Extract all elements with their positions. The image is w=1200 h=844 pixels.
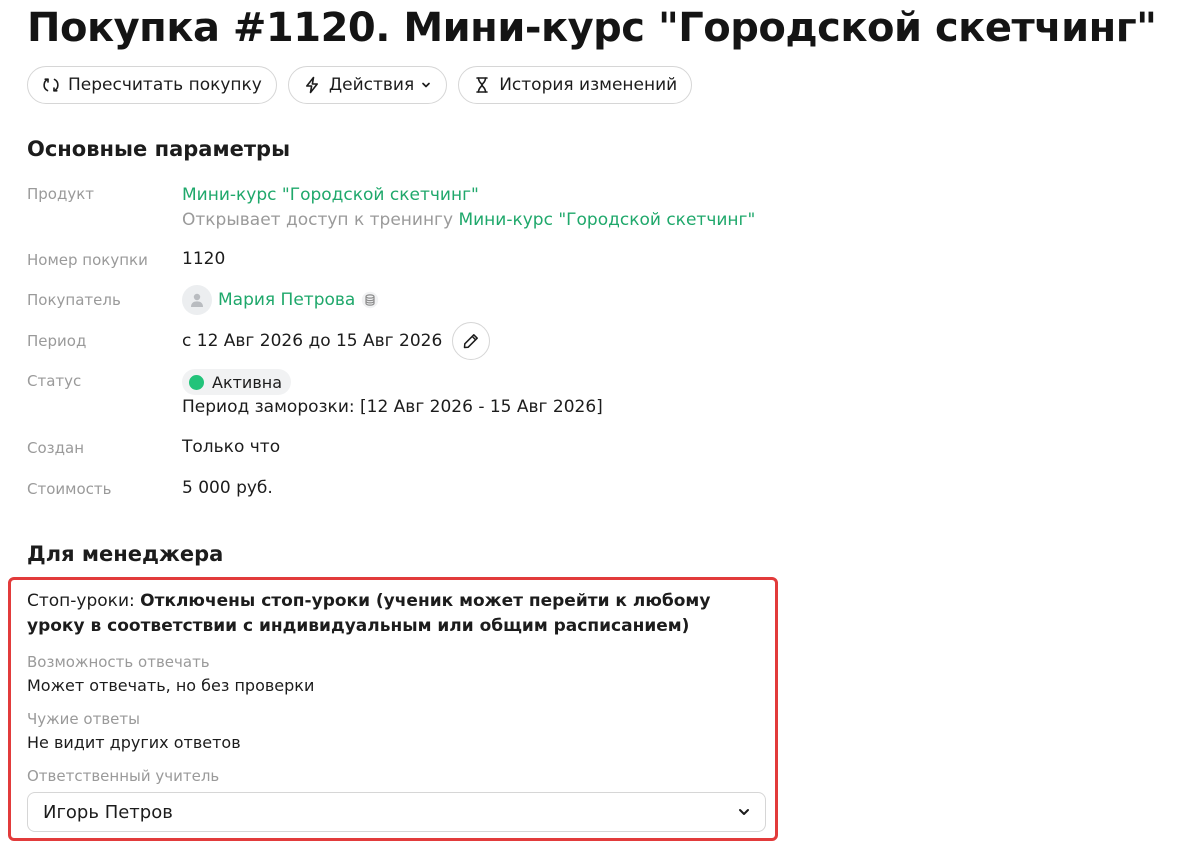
created-row: Создан Только что [27,437,927,461]
buyer-link[interactable]: Мария Петрова [218,290,355,310]
period-label: Период [27,332,87,350]
chevron-down-icon [420,79,432,91]
purchase-number-label: Номер покупки [27,251,148,269]
answer-ability-label: Возможность отвечать [27,653,210,671]
buyer-row: Покупатель Мария Петрова [27,283,927,317]
others-answers-value: Не видит других ответов [27,733,241,752]
buyer-value: Мария Петрова [182,285,379,315]
chevron-down-icon [737,805,751,819]
recalc-purchase-button[interactable]: Пересчитать покупку [27,66,277,104]
lightning-icon [302,75,322,95]
toolbar: Пересчитать покупку Действия История изм… [27,66,693,104]
stop-lessons-label: Стоп-уроки: [27,591,135,611]
purchase-number-row: Номер покупки 1120 [27,249,927,273]
recalc-purchase-label: Пересчитать покупку [68,75,262,95]
cost-label: Стоимость [27,480,112,498]
teacher-label: Ответственный учитель [27,767,220,785]
cost-row: Стоимость 5 000 руб. [27,478,927,502]
actions-label: Действия [328,75,415,95]
freeze-period-text: Период заморозки: [12 Авг 2026 - 15 Авг … [182,397,603,417]
period-row: Период с 12 Авг 2026 до 15 Авг 2026 [27,321,927,361]
pencil-icon [464,334,479,349]
status-dot [189,374,204,390]
avatar [182,285,212,315]
period-value-wrap: с 12 Авг 2026 до 15 Авг 2026 [182,322,491,360]
status-badge: Активна [182,369,292,395]
status-row: Статус Активна Период заморозки: [12 Авг… [27,369,927,421]
product-label: Продукт [27,185,95,203]
others-answers-label: Чужие ответы [27,710,140,728]
stop-lessons-line2: уроку в соответствии с индивидуальным ил… [27,616,690,636]
teacher-select-value: Игорь Петров [43,801,173,823]
purchase-number-value: 1120 [182,249,226,269]
refresh-icon [41,75,61,95]
user-icon [191,293,203,307]
teacher-select[interactable]: Игорь Петров [27,792,766,832]
cost-value: 5 000 руб. [182,478,273,498]
history-button[interactable]: История изменений [458,66,693,104]
buyer-label: Покупатель [27,291,121,309]
created-label: Создан [27,439,84,457]
actions-dropdown-button[interactable]: Действия [287,66,448,104]
stop-lessons-line1: Отключены стоп-уроки (ученик может перей… [140,591,711,611]
history-label: История изменений [499,75,678,95]
database-icon[interactable] [361,291,379,309]
hourglass-icon [472,75,492,95]
training-link[interactable]: Мини-курс "Городской скетчинг" [458,210,755,230]
purchase-page: Покупка #1120. Мини-курс "Городской скет… [0,0,1200,844]
page-title: Покупка #1120. Мини-курс "Городской скет… [27,5,1157,51]
status-text: Активна [212,372,283,392]
status-label: Статус [27,372,82,390]
product-access-prefix: Открывает доступ к тренингу [182,210,454,230]
main-params-title: Основные параметры [27,137,291,161]
product-value: Мини-курс "Городской скетчинг" Открывает… [182,183,755,233]
product-row: Продукт Мини-курс "Городской скетчинг" О… [27,183,927,235]
status-value: Активна Период заморозки: [12 Авг 2026 -… [182,369,603,417]
stop-lessons-info: Стоп-уроки: Отключены стоп-уроки (ученик… [27,589,710,639]
created-value: Только что [182,437,281,457]
edit-period-button[interactable] [452,322,491,360]
product-link[interactable]: Мини-курс "Городской скетчинг" [182,185,479,205]
period-value: с 12 Авг 2026 до 15 Авг 2026 [182,331,443,351]
manager-section-title: Для менеджера [27,542,224,566]
answer-ability-value: Может отвечать, но без проверки [27,676,315,695]
